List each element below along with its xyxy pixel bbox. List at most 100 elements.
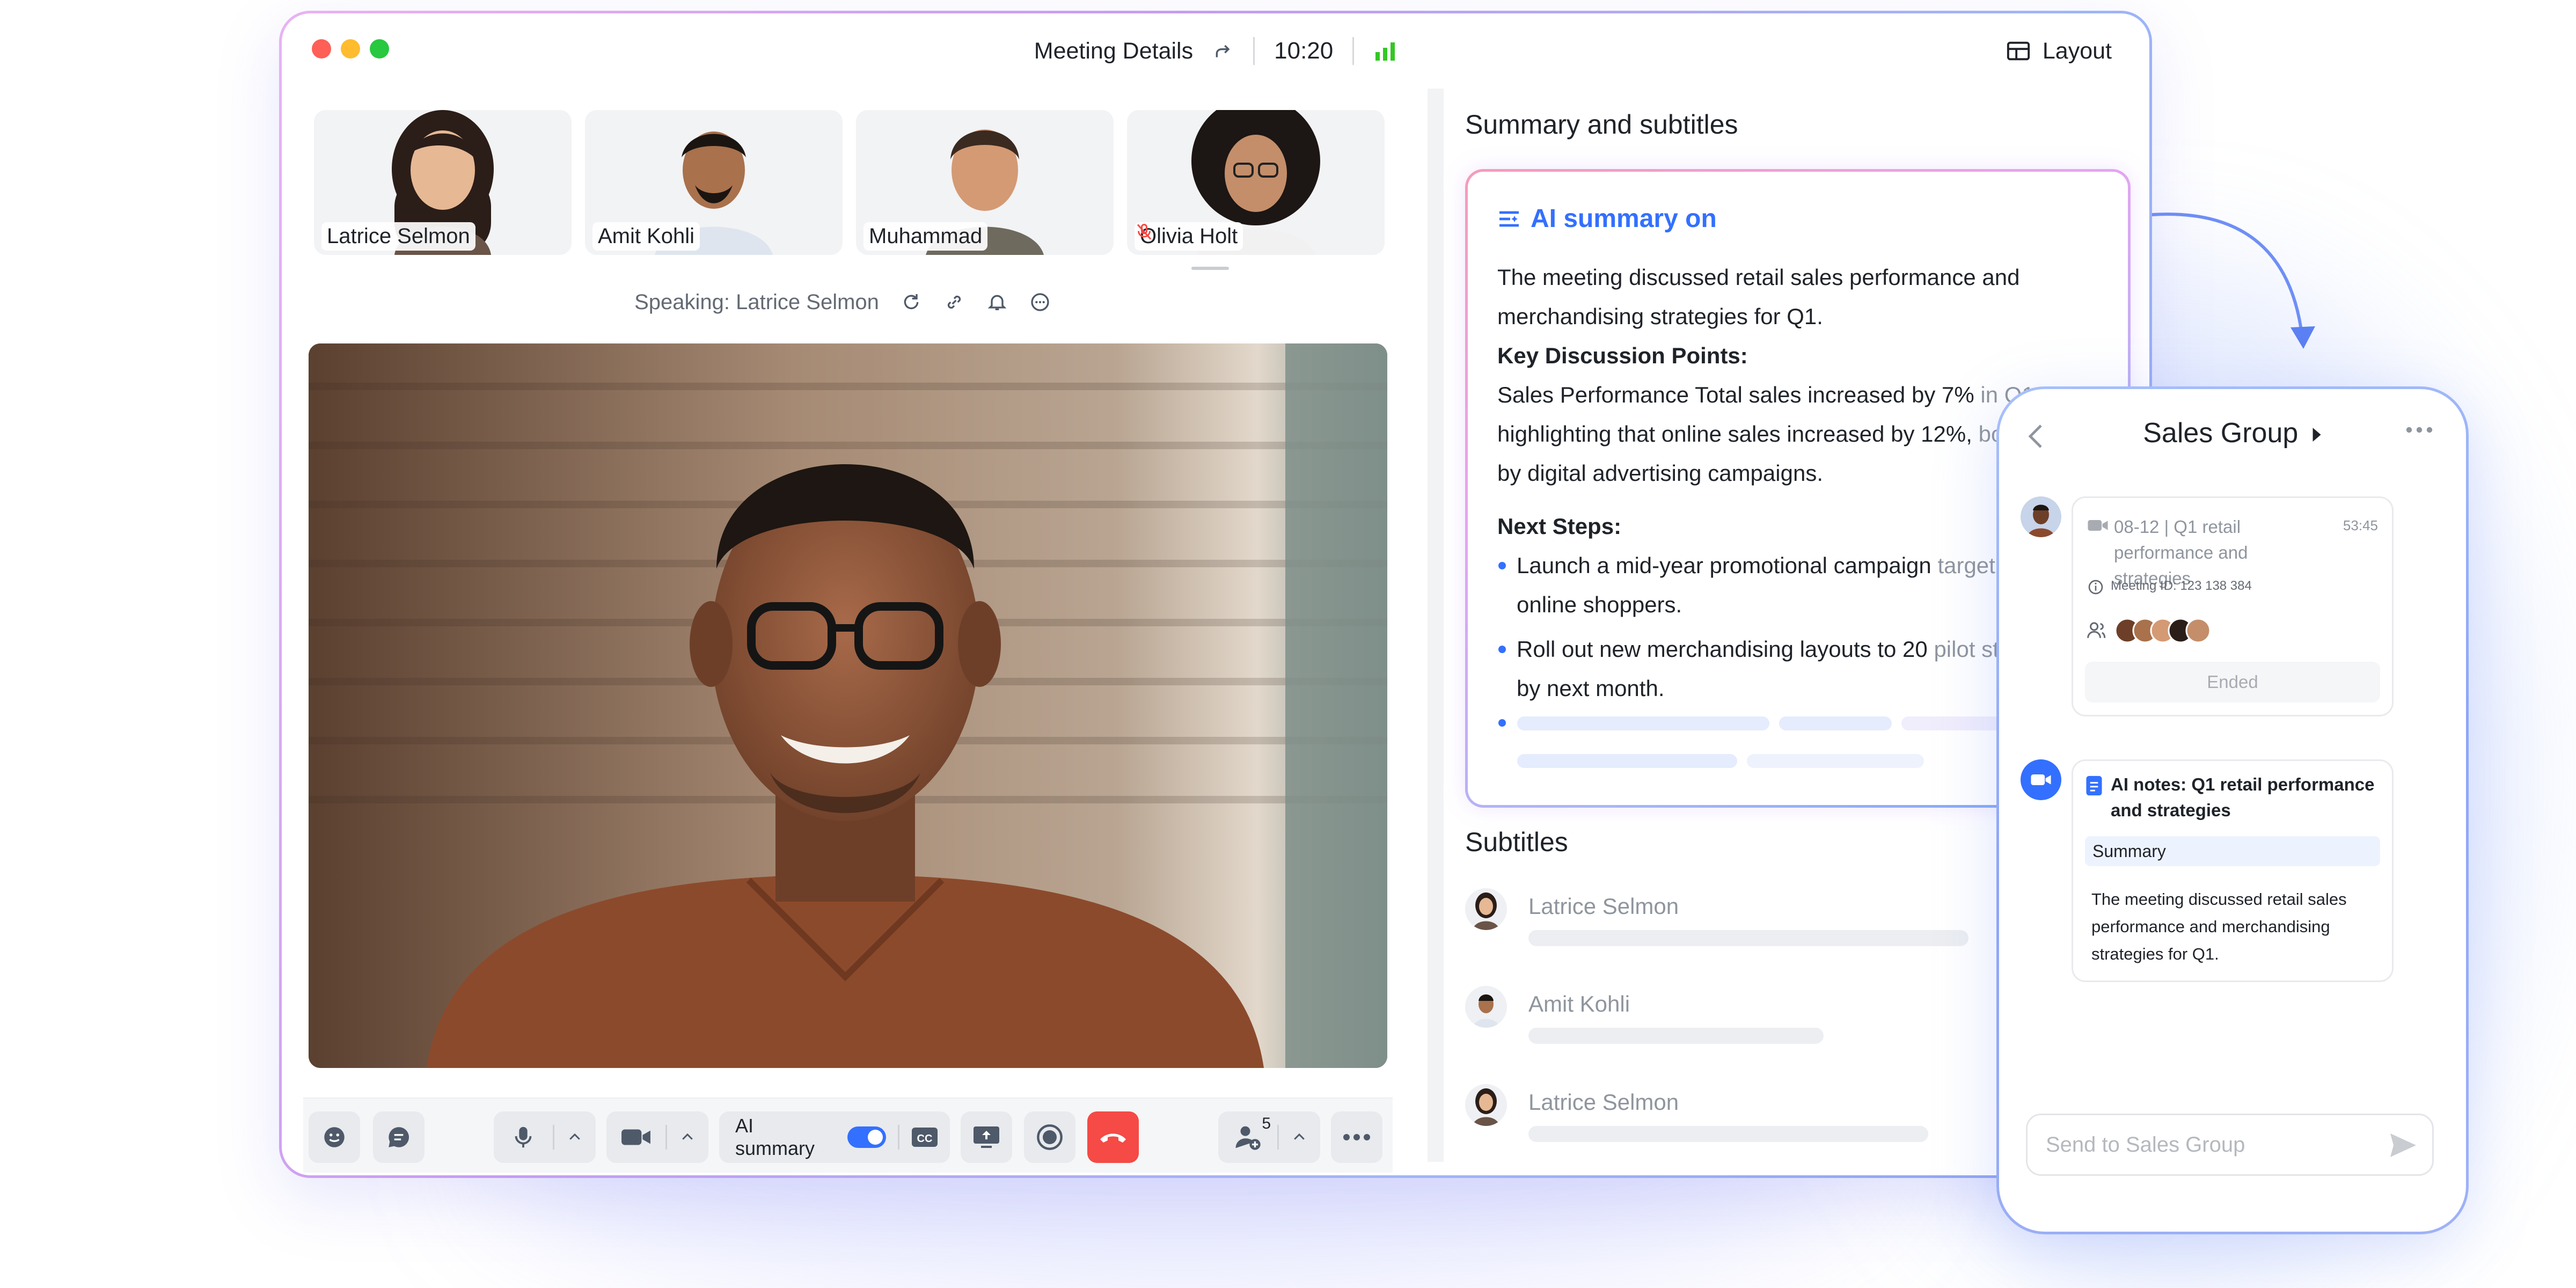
- video-meeting-bot-avatar[interactable]: [2021, 759, 2061, 800]
- summary-heading: Summary and subtitles: [1465, 109, 1738, 140]
- reactions-button[interactable]: [309, 1111, 360, 1163]
- share-screen-button[interactable]: [961, 1111, 1012, 1163]
- participant-tile[interactable]: Olivia Holt: [1127, 110, 1385, 255]
- subtitle-speaker: Latrice Selmon: [1528, 1089, 1679, 1115]
- meeting-window: Meeting Details 10:20 Layout Latrice Sel…: [279, 11, 2152, 1178]
- cc-icon: CC: [912, 1128, 938, 1147]
- record-icon: [1037, 1124, 1063, 1150]
- chat-title[interactable]: Sales Group: [1999, 417, 2466, 449]
- connector-arrow: [2150, 213, 2315, 349]
- doc-icon: [2086, 775, 2102, 796]
- summary-intro: The meeting discussed retail sales perfo…: [1497, 265, 2020, 329]
- participant-tile[interactable]: Amit Kohli: [585, 110, 843, 255]
- participant-tile[interactable]: Latrice Selmon: [314, 110, 572, 255]
- chat-icon: [389, 1127, 409, 1147]
- camera-button[interactable]: [606, 1111, 665, 1163]
- title-bar: Meeting Details 10:20 Layout: [282, 13, 2149, 89]
- add-participant-icon: [1235, 1126, 1261, 1150]
- meeting-card[interactable]: 08-12 | Q1 retail performance and strate…: [2072, 496, 2394, 716]
- participants-icon: [2087, 622, 2106, 638]
- refresh-icon[interactable]: [901, 291, 922, 313]
- more-options-button[interactable]: [1331, 1111, 1382, 1163]
- participants-button[interactable]: 5: [1218, 1111, 1277, 1163]
- subtitles-heading: Subtitles: [1465, 827, 1568, 857]
- end-call-button[interactable]: [1087, 1111, 1139, 1163]
- share-screen-icon: [974, 1126, 999, 1148]
- camera-icon: [621, 1129, 650, 1145]
- video-icon: [2031, 774, 2051, 785]
- camera-options-button[interactable]: [667, 1111, 708, 1163]
- meeting-duration: 53:45: [2343, 517, 2378, 533]
- ai-notes-card[interactable]: AI notes: Q1 retail performance and stra…: [2072, 759, 2394, 982]
- layout-label: Layout: [2042, 38, 2112, 64]
- caret-right-icon: [2312, 428, 2321, 442]
- title-separator: [1352, 37, 1355, 65]
- loading-skeleton: [1517, 716, 1769, 730]
- avatar[interactable]: [2021, 496, 2061, 537]
- participant-name: Muhammad: [863, 222, 988, 251]
- tile-page-indicator: [1191, 267, 1229, 270]
- participant-tile[interactable]: Muhammad: [856, 110, 1114, 255]
- chevron-up-icon: [682, 1133, 693, 1140]
- participant-name: Amit Kohli: [592, 222, 700, 251]
- more-icon: [1343, 1134, 1370, 1140]
- ai-summary-toggle[interactable]: [847, 1126, 887, 1148]
- send-icon[interactable]: [2388, 1131, 2418, 1159]
- meeting-time: 10:20: [1274, 38, 1334, 64]
- mic-options-button[interactable]: [554, 1111, 595, 1163]
- more-icon[interactable]: [2405, 425, 2434, 435]
- phone-chat: Sales Group 08-12 | Q1 retail performanc…: [1996, 386, 2469, 1234]
- bell-icon[interactable]: [986, 291, 1008, 313]
- chevron-up-icon: [569, 1133, 580, 1140]
- subtitle-placeholder: [1528, 1028, 1824, 1044]
- meeting-id: Meeting ID: 123 138 384: [2111, 579, 2252, 593]
- more-icon[interactable]: [1029, 291, 1051, 313]
- speaking-label: Speaking: Latrice Selmon: [634, 290, 879, 314]
- message-input[interactable]: Send to Sales Group: [2026, 1114, 2434, 1176]
- link-icon[interactable]: [943, 291, 965, 313]
- main-video: [309, 343, 1387, 1068]
- mic-icon: [515, 1126, 532, 1148]
- ai-summary-icon: [1499, 211, 1519, 226]
- ai-notes-summary-label: Summary: [2085, 836, 2380, 866]
- mic-button[interactable]: [494, 1111, 553, 1163]
- participant-avatars: [2114, 618, 2211, 643]
- title-separator: [1253, 37, 1255, 65]
- avatar: [1465, 888, 1507, 930]
- chevron-up-icon: [1294, 1133, 1305, 1140]
- subtitle-placeholder: [1528, 1126, 1928, 1142]
- speaking-bar: Speaking: Latrice Selmon: [303, 281, 1382, 324]
- muted-mic-icon: [1137, 224, 1152, 240]
- chat-button[interactable]: [373, 1111, 425, 1163]
- subtitle-speaker: Latrice Selmon: [1528, 894, 1679, 919]
- info-icon: [2088, 580, 2103, 595]
- captions-button[interactable]: CC: [899, 1111, 950, 1163]
- video-area: Latrice Selmon Amit Kohli Muhammad Olivi…: [303, 89, 1425, 1173]
- control-bar: AI summary CC 5: [303, 1097, 1393, 1173]
- ai-summary-status: AI summary on: [1497, 204, 1717, 233]
- meeting-title[interactable]: Meeting Details: [1034, 38, 1193, 64]
- ai-notes-text: The meeting discussed retail sales perfo…: [2091, 890, 2347, 963]
- layout-button[interactable]: Layout: [2006, 13, 2112, 89]
- participants-control: 5: [1218, 1111, 1320, 1163]
- loading-skeleton: [1779, 716, 1892, 730]
- participant-name: Olivia Holt: [1135, 222, 1243, 251]
- speaker-video-frame: [309, 343, 1387, 1068]
- camera-control: [606, 1111, 708, 1163]
- loading-bullet: [1498, 719, 1506, 727]
- mic-control: [494, 1111, 596, 1163]
- participants-options-button[interactable]: [1279, 1111, 1320, 1163]
- subtitle-placeholder: [1528, 930, 1968, 946]
- panel-divider: [1428, 89, 1444, 1162]
- ai-summary-label: AI summary: [735, 1115, 815, 1159]
- loading-skeleton: [1747, 754, 1924, 768]
- participant-count: 5: [1262, 1115, 1271, 1132]
- subtitle-speaker: Amit Kohli: [1528, 991, 1630, 1016]
- avatar: [1465, 986, 1507, 1028]
- participant-name: Latrice Selmon: [321, 222, 475, 251]
- ai-summary-control: AI summary CC: [719, 1111, 950, 1163]
- share-icon[interactable]: [1212, 40, 1234, 62]
- record-button[interactable]: [1024, 1111, 1075, 1163]
- meeting-status: Ended: [2085, 662, 2380, 702]
- title-center: Meeting Details 10:20: [282, 13, 2149, 89]
